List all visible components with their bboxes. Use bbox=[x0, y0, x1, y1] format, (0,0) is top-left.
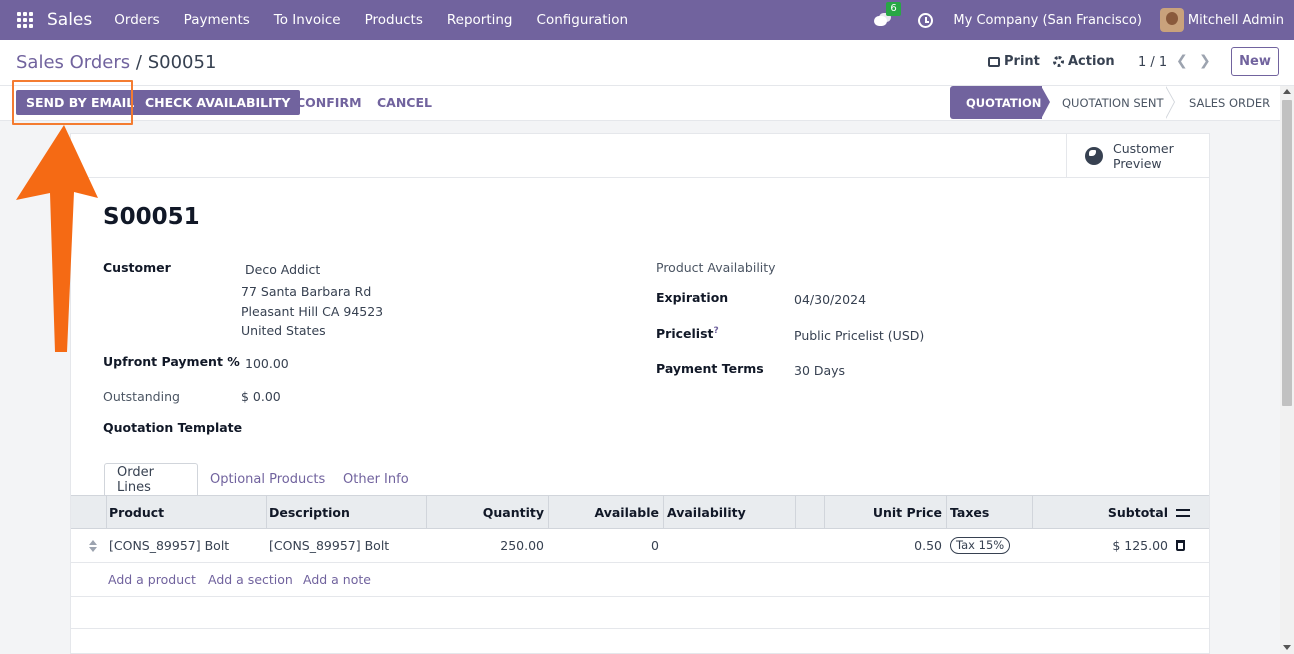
col-unit-price[interactable]: Unit Price bbox=[873, 496, 942, 528]
col-taxes[interactable]: Taxes bbox=[950, 496, 989, 528]
pricelist-field[interactable]: Public Pricelist (USD) bbox=[794, 328, 924, 343]
line-product[interactable]: [CONS_89957] Bolt bbox=[109, 529, 229, 562]
product-availability-label: Product Availability bbox=[656, 260, 776, 275]
user-menu[interactable]: Mitchell Admin bbox=[1188, 13, 1284, 28]
drag-handle-icon[interactable] bbox=[89, 540, 97, 552]
customer-preview-line2: Preview bbox=[1113, 156, 1162, 171]
tax-badge: Tax 15% bbox=[950, 537, 1011, 554]
breadcrumb-separator: / bbox=[135, 52, 142, 73]
activity-clock-icon[interactable] bbox=[918, 12, 934, 28]
action-label: Action bbox=[1068, 54, 1115, 69]
order-lines-header: Product Description Quantity Available A… bbox=[71, 495, 1209, 529]
new-button[interactable]: New bbox=[1231, 47, 1279, 76]
add-product-link[interactable]: Add a product bbox=[108, 572, 196, 587]
menu-to-invoice[interactable]: To Invoice bbox=[274, 12, 341, 28]
tab-optional-products[interactable]: Optional Products bbox=[198, 463, 337, 496]
messages-icon[interactable]: 6 bbox=[874, 2, 901, 28]
empty-row bbox=[71, 597, 1209, 629]
pricelist-label: Pricelist? bbox=[656, 326, 719, 341]
stage-quotation[interactable]: QUOTATION bbox=[950, 86, 1042, 119]
form-sheet: Customer Preview S00051 Customer Deco Ad… bbox=[70, 133, 1210, 654]
stage-arrow-active bbox=[1041, 86, 1050, 119]
customer-field[interactable]: Deco Addict bbox=[245, 262, 320, 277]
payment-terms-field[interactable]: 30 Days bbox=[794, 363, 845, 378]
scroll-down-icon[interactable] bbox=[1283, 645, 1291, 650]
outstanding-label: Outstanding bbox=[103, 389, 180, 404]
help-tooltip-icon[interactable]: ? bbox=[713, 326, 718, 336]
annotation-arrow-shape bbox=[16, 125, 98, 352]
table-row[interactable]: [CONS_89957] Bolt [CONS_89957] Bolt 250.… bbox=[71, 529, 1209, 563]
optional-columns-icon[interactable] bbox=[1176, 507, 1190, 519]
add-line-row: Add a product Add a section Add a note bbox=[71, 563, 1209, 597]
top-navbar: Sales Orders Payments To Invoice Product… bbox=[0, 0, 1294, 40]
page-scrollbar[interactable] bbox=[1280, 86, 1294, 654]
stage-arrow-separator-inner bbox=[1165, 86, 1174, 119]
print-label: Print bbox=[1004, 54, 1040, 69]
upfront-payment-label: Upfront Payment % bbox=[103, 354, 240, 369]
user-avatar[interactable] bbox=[1159, 8, 1184, 32]
customer-preview-line1: Customer bbox=[1113, 141, 1174, 156]
line-unit-price[interactable]: 0.50 bbox=[914, 529, 942, 562]
expiration-label: Expiration bbox=[656, 290, 729, 305]
scroll-up-icon[interactable] bbox=[1283, 89, 1291, 94]
customer-address-line1: 77 Santa Barbara Rd bbox=[241, 284, 372, 299]
menu-configuration[interactable]: Configuration bbox=[537, 12, 629, 28]
cancel-button[interactable]: CANCEL bbox=[377, 90, 432, 115]
confirm-button[interactable]: CONFIRM bbox=[296, 90, 362, 115]
tab-order-lines[interactable]: Order Lines bbox=[104, 463, 198, 496]
line-available: 0 bbox=[651, 538, 659, 553]
menu-reporting[interactable]: Reporting bbox=[447, 12, 513, 28]
col-subtotal[interactable]: Subtotal bbox=[1108, 496, 1168, 528]
line-quantity[interactable]: 250.00 bbox=[500, 529, 544, 562]
company-switcher[interactable]: My Company (San Francisco) bbox=[953, 13, 1141, 28]
check-availability-button[interactable]: CHECK AVAILABILITY bbox=[135, 90, 301, 115]
printer-icon bbox=[988, 56, 1000, 67]
button-box: Customer Preview bbox=[71, 134, 1209, 178]
outstanding-value: $ 0.00 bbox=[241, 389, 281, 404]
col-availability[interactable]: Availability bbox=[667, 496, 746, 528]
menu-payments[interactable]: Payments bbox=[184, 12, 250, 28]
add-section-link[interactable]: Add a section bbox=[208, 572, 293, 587]
tab-other-info[interactable]: Other Info bbox=[331, 463, 421, 496]
navbar-systray: 6 My Company (San Francisco) Mitchell Ad… bbox=[874, 0, 1284, 40]
status-bar: SEND BY EMAIL CHECK AVAILABILITY CONFIRM… bbox=[0, 86, 1280, 121]
line-subtotal: $ 125.00 bbox=[1112, 538, 1168, 553]
globe-icon bbox=[1085, 147, 1103, 165]
trash-icon[interactable] bbox=[1176, 540, 1185, 551]
customer-preview-label: Customer Preview bbox=[1113, 141, 1174, 171]
chevron-right-icon[interactable]: ❯ bbox=[1199, 53, 1211, 69]
customer-address-line2: Pleasant Hill CA 94523 bbox=[241, 304, 384, 319]
control-panel: Sales Orders / S00051 Print Action 1 / 1… bbox=[0, 40, 1294, 86]
action-button[interactable]: Action bbox=[1053, 54, 1115, 69]
line-taxes[interactable]: Tax 15% bbox=[950, 529, 1011, 562]
scroll-thumb[interactable] bbox=[1282, 100, 1292, 406]
menu-orders[interactable]: Orders bbox=[114, 12, 159, 28]
chevron-left-icon[interactable]: ❮ bbox=[1176, 53, 1188, 69]
customer-preview-button[interactable]: Customer Preview bbox=[1066, 134, 1209, 178]
messages-count-badge: 6 bbox=[886, 2, 901, 16]
breadcrumb-current: S00051 bbox=[147, 52, 217, 73]
payment-terms-label: Payment Terms bbox=[656, 361, 764, 376]
print-button[interactable]: Print bbox=[988, 54, 1040, 69]
stage-quotation-sent[interactable]: QUOTATION SENT bbox=[1062, 86, 1164, 119]
quotation-template-label: Quotation Template bbox=[103, 420, 243, 435]
add-note-link[interactable]: Add a note bbox=[303, 572, 371, 587]
line-description[interactable]: [CONS_89957] Bolt bbox=[269, 529, 389, 562]
customer-address-line3: United States bbox=[241, 323, 326, 338]
col-description[interactable]: Description bbox=[269, 496, 350, 528]
col-product[interactable]: Product bbox=[109, 496, 164, 528]
menu-products[interactable]: Products bbox=[365, 12, 423, 28]
gear-icon bbox=[1053, 56, 1064, 67]
pager-value[interactable]: 1 / 1 bbox=[1138, 55, 1167, 70]
annotation-arrow bbox=[16, 125, 98, 352]
stage-sales-order[interactable]: SALES ORDER bbox=[1189, 86, 1270, 119]
upfront-payment-field[interactable]: 100.00 bbox=[245, 356, 289, 371]
col-available[interactable]: Available bbox=[594, 496, 659, 528]
pricelist-label-text: Pricelist bbox=[656, 326, 714, 342]
col-quantity[interactable]: Quantity bbox=[483, 496, 544, 528]
expiration-field[interactable]: 04/30/2024 bbox=[794, 292, 866, 307]
